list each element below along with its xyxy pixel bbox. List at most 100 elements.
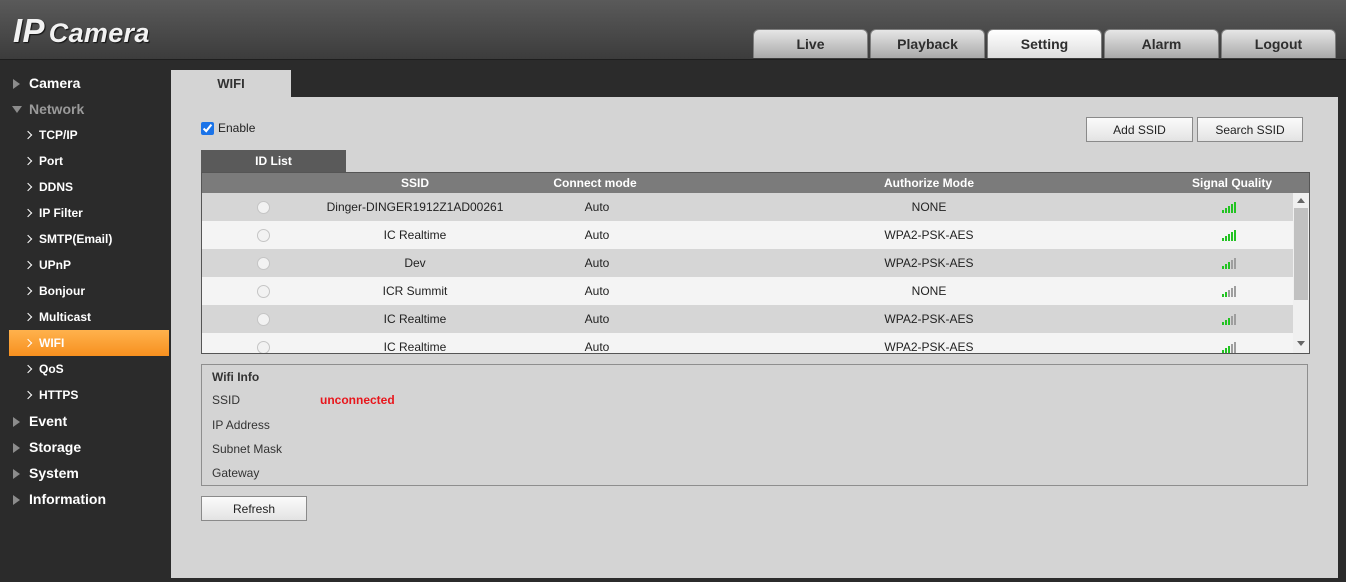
signal-bars-icon	[1222, 202, 1238, 213]
sidebar-item-bonjour[interactable]: Bonjour	[0, 278, 170, 304]
logo-camera: Camera	[48, 18, 150, 48]
table-row[interactable]: IC Realtime Auto WPA2-PSK-AES	[202, 221, 1293, 249]
sidebar-item-tcp-ip[interactable]: TCP/IP	[0, 122, 170, 148]
chevron-right-icon	[23, 234, 33, 244]
signal-bar	[1231, 288, 1233, 297]
row-select-radio[interactable]	[257, 341, 270, 353]
signal-bar	[1228, 206, 1230, 213]
signal-bars-icon	[1222, 314, 1238, 325]
table-row[interactable]: IC Realtime Auto WPA2-PSK-AES	[202, 305, 1293, 333]
enable-toggle[interactable]: Enable	[201, 121, 255, 135]
network-submenu: TCP/IP Port DDNS IP Filter SMTP(Email) UPnP Bo…	[0, 122, 170, 408]
signal-bar	[1234, 258, 1236, 269]
signal-bar	[1228, 234, 1230, 241]
ssid-cell: IC Realtime	[383, 340, 447, 354]
authorize-mode-cell: WPA2-PSK-AES	[884, 256, 974, 270]
ssid-table: SSID Connect mode Authorize Mode Signal …	[201, 172, 1310, 354]
nav-tab-playback[interactable]: Playback	[870, 29, 985, 58]
nav-tab-setting[interactable]: Setting	[987, 29, 1102, 58]
connect-mode-cell: Auto	[584, 284, 610, 298]
ssid-cell: ICR Summit	[382, 284, 448, 298]
wifi-info-title: Wifi Info	[212, 370, 260, 384]
signal-bar	[1234, 314, 1236, 325]
sidebar-item-label: DDNS	[39, 180, 74, 194]
search-ssid-button[interactable]: Search SSID	[1197, 117, 1303, 142]
sidebar-item-upnp[interactable]: UPnP	[0, 252, 170, 278]
nav-tab-live[interactable]: Live	[753, 29, 868, 58]
column-header-authorize-mode: Authorize Mode	[884, 176, 974, 190]
sidebar-item-label: QoS	[39, 362, 64, 376]
table-body: Dinger-DINGER1912Z1AD00261 Auto NONE IC Rea…	[202, 193, 1293, 354]
row-select-radio[interactable]	[257, 201, 270, 214]
add-ssid-button[interactable]: Add SSID	[1086, 117, 1193, 142]
signal-bar	[1225, 208, 1227, 213]
triangle-right-icon	[13, 495, 20, 505]
column-header-ssid: SSID	[400, 176, 429, 190]
sidebar-item-label: Storage	[29, 439, 82, 455]
connect-mode-cell: Auto	[584, 312, 610, 326]
signal-bar	[1225, 348, 1227, 353]
sidebar-item-ddns[interactable]: DDNS	[0, 174, 170, 200]
connect-mode-cell: Auto	[584, 340, 610, 354]
table-row[interactable]: Dinger-DINGER1912Z1AD00261 Auto NONE	[202, 193, 1293, 221]
table-row[interactable]: Dev Auto WPA2-PSK-AES	[202, 249, 1293, 277]
enable-checkbox[interactable]	[201, 121, 214, 135]
triangle-right-icon	[13, 79, 20, 89]
authorize-mode-cell: WPA2-PSK-AES	[884, 312, 974, 326]
signal-bars-icon	[1222, 342, 1238, 353]
table-row[interactable]: IC Realtime Auto WPA2-PSK-AES	[202, 333, 1293, 354]
sidebar-item-storage[interactable]: Storage	[0, 434, 170, 460]
signal-bar	[1234, 202, 1236, 213]
main-nav: Live Playback Setting Alarm Logout	[753, 29, 1336, 58]
sidebar-item-ip-filter[interactable]: IP Filter	[0, 200, 170, 226]
signal-bar	[1228, 346, 1230, 353]
row-select-radio[interactable]	[257, 285, 270, 298]
sidebar-item-system[interactable]: System	[0, 460, 170, 486]
nav-tab-logout[interactable]: Logout	[1221, 29, 1336, 58]
signal-bar	[1231, 232, 1233, 241]
content-panel: Enable Add SSID Search SSID ID List SSID…	[171, 97, 1338, 578]
sidebar-item-label: IP Filter	[39, 206, 83, 220]
sidebar-item-label: UPnP	[39, 258, 72, 272]
chevron-right-icon	[23, 182, 33, 192]
sidebar-item-smtp-email[interactable]: SMTP(Email)	[0, 226, 170, 252]
sidebar-item-qos[interactable]: QoS	[0, 356, 170, 382]
sidebar-item-multicast[interactable]: Multicast	[0, 304, 170, 330]
row-select-radio[interactable]	[257, 313, 270, 326]
sidebar-item-label: Event	[29, 413, 68, 429]
sidebar-item-wifi[interactable]: WIFI	[9, 330, 169, 356]
enable-label: Enable	[218, 121, 256, 135]
scroll-down-arrow-icon[interactable]	[1297, 341, 1305, 346]
connect-mode-cell: Auto	[584, 256, 610, 270]
table-row[interactable]: ICR Summit Auto NONE	[202, 277, 1293, 305]
ssid-cell: IC Realtime	[383, 228, 447, 242]
ssid-cell: Dev	[404, 256, 426, 270]
tab-id-list[interactable]: ID List	[201, 150, 346, 172]
signal-bar	[1225, 292, 1227, 297]
signal-bar	[1234, 342, 1236, 353]
scroll-thumb[interactable]	[1294, 208, 1308, 300]
row-select-radio[interactable]	[257, 257, 270, 270]
chevron-right-icon	[23, 338, 33, 348]
signal-bar	[1231, 344, 1233, 353]
sidebar-item-event[interactable]: Event	[0, 408, 170, 434]
sidebar-item-https[interactable]: HTTPS	[0, 382, 170, 408]
header: IP Camera Live Playback Setting Alarm Log…	[0, 0, 1346, 60]
sidebar-item-port[interactable]: Port	[0, 148, 170, 174]
connect-mode-cell: Auto	[584, 228, 610, 242]
signal-bar	[1231, 316, 1233, 325]
tab-wifi[interactable]: WIFI	[171, 70, 291, 98]
scroll-up-arrow-icon[interactable]	[1297, 198, 1305, 203]
refresh-button[interactable]: Refresh	[201, 496, 307, 521]
table-scrollbar[interactable]	[1293, 193, 1309, 353]
nav-tab-alarm[interactable]: Alarm	[1104, 29, 1219, 58]
sidebar-item-information[interactable]: Information	[0, 486, 170, 512]
signal-bar	[1231, 260, 1233, 269]
chevron-right-icon	[23, 286, 33, 296]
sidebar-item-network[interactable]: Network	[0, 96, 170, 122]
sidebar-item-camera[interactable]: Camera	[0, 70, 170, 96]
chevron-right-icon	[23, 312, 33, 322]
row-select-radio[interactable]	[257, 229, 270, 242]
sidebar-item-label: WIFI	[39, 336, 65, 350]
signal-bar	[1234, 286, 1236, 297]
